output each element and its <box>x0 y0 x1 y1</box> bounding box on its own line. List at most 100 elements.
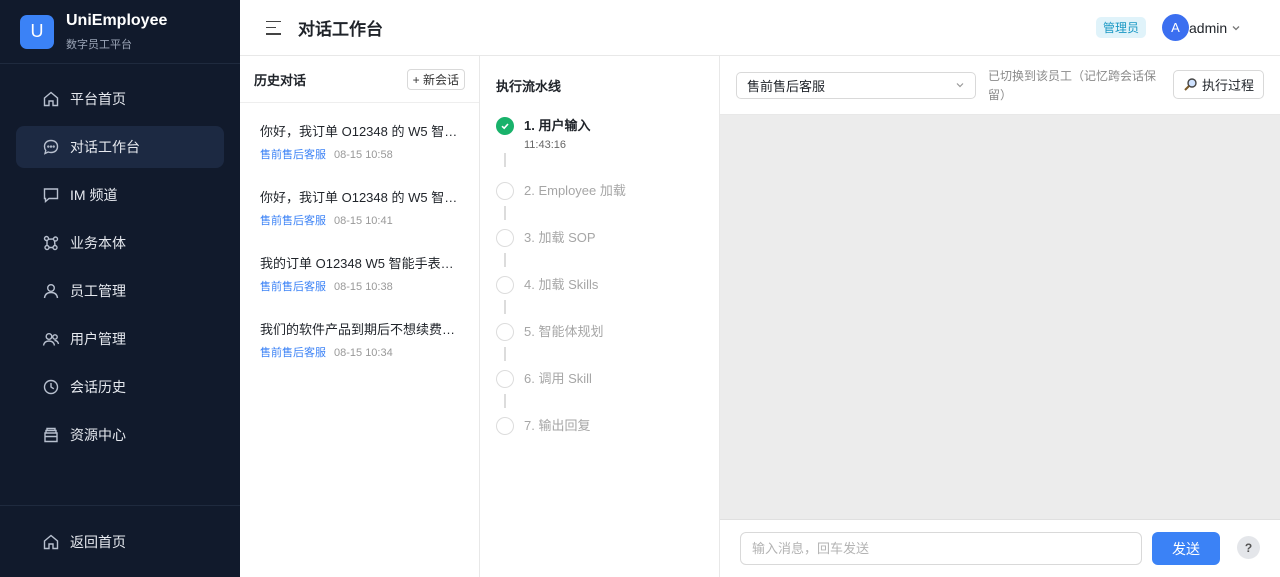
pipeline-step-label: 3. 加载 SOP <box>524 230 596 245</box>
employee-select[interactable]: 售前售后客服 <box>736 71 976 99</box>
switch-note: 已切换到该员工（记忆跨会话保留） <box>988 69 1157 102</box>
message-input[interactable] <box>740 532 1142 565</box>
conversation-text: 我的订单 O12348 W5 智能手表屏幕… <box>260 256 460 271</box>
conversation-agent: 售前售后客服 <box>260 281 326 293</box>
menu-toggle-icon[interactable] <box>266 20 282 35</box>
conversation-agent: 售前售后客服 <box>260 347 326 359</box>
pipeline-step: 4. 加载 Skills <box>496 276 703 323</box>
sidebar-item-home[interactable]: 平台首页 <box>16 78 224 120</box>
step-connector <box>504 300 506 314</box>
pending-circle-icon <box>496 276 514 294</box>
pipeline-steps: 1. 用户输入 11:43:16 2. Employee 加载 3. 加载 SO… <box>496 117 703 464</box>
chevron-down-icon <box>1231 23 1241 33</box>
pending-circle-icon <box>496 323 514 341</box>
pipeline-panel: 执行流水线 1. 用户输入 11:43:16 2. Employee 加载 3.… <box>480 56 720 577</box>
sidebar-item-label: 对话工作台 <box>70 139 140 155</box>
sidebar-item-session-history[interactable]: 会话历史 <box>16 366 224 408</box>
sidebar-item-resource-center[interactable]: 资源中心 <box>16 414 224 456</box>
pipeline-step-label: 5. 智能体规划 <box>524 324 604 339</box>
history-header: 历史对话 + 新会话 <box>240 56 479 103</box>
sidebar-item-label: IM 频道 <box>70 187 118 203</box>
pipeline-step-label: 7. 输出回复 <box>524 418 591 433</box>
user-icon <box>42 282 60 300</box>
conversation-agent: 售前售后客服 <box>260 149 326 161</box>
execution-trace-button[interactable]: 执行过程 <box>1172 70 1264 99</box>
employee-select-value: 售前售后客服 <box>747 78 826 94</box>
conversation-text: 你好，我订单 O12348 的 W5 智能手表… <box>260 124 460 139</box>
pending-circle-icon <box>496 182 514 200</box>
pipeline-step: 1. 用户输入 11:43:16 <box>496 117 703 182</box>
conversation-item[interactable]: 你好，我订单 O12348 的 W5 智能手表… 售前售后客服 08-15 10:… <box>240 121 479 187</box>
brand: U UniEmployee 数字员工平台 <box>0 0 240 64</box>
conversation-time: 08-15 10:58 <box>334 149 393 161</box>
conversation-item[interactable]: 你好，我订单 O12348 的 W5 智能手表… 售前售后客服 08-15 10:… <box>240 187 479 253</box>
sidebar-item-im-channel[interactable]: IM 频道 <box>16 174 224 216</box>
sidebar-item-label: 用户管理 <box>70 331 126 347</box>
conversation-meta: 售前售后客服 08-15 10:34 <box>260 344 459 360</box>
user-menu[interactable]: A admin <box>1162 14 1241 41</box>
pipeline-step: 7. 输出回复 <box>496 417 703 464</box>
message-square-icon <box>42 186 60 204</box>
conversation-text: 你好，我订单 O12348 的 W5 智能手表… <box>260 190 460 205</box>
pipeline-step-label: 4. 加载 Skills <box>524 277 599 292</box>
chat-panel: 售前售后客服 已切换到该员工（记忆跨会话保留） 执行过程 发送 ? <box>720 56 1280 577</box>
conversation-meta: 售前售后客服 08-15 10:41 <box>260 212 459 228</box>
sidebar-item-label: 资源中心 <box>70 427 126 443</box>
step-connector <box>504 206 506 220</box>
pipeline-step-label: 2. Employee 加载 <box>524 183 626 198</box>
step-connector <box>504 153 506 167</box>
step-connector <box>504 253 506 267</box>
conversation-meta: 售前售后客服 08-15 10:58 <box>260 146 459 162</box>
sidebar-nav: 平台首页 对话工作台 IM 频道 业务本体 员工管理 用户管理 会话历史 资源中… <box>0 64 240 456</box>
pipeline-step: 5. 智能体规划 <box>496 323 703 370</box>
sidebar-item-label: 平台首页 <box>70 91 126 107</box>
users-icon <box>42 330 60 348</box>
pipeline-title: 执行流水线 <box>496 79 562 94</box>
check-circle-icon <box>496 117 514 135</box>
back-home-button[interactable]: 返回首页 <box>16 521 224 563</box>
avatar: A <box>1162 14 1189 41</box>
pending-circle-icon <box>496 370 514 388</box>
page-title: 对话工作台 <box>298 20 383 39</box>
sidebar-footer: 返回首页 <box>0 505 240 577</box>
conversation-time: 08-15 10:34 <box>334 347 393 359</box>
pending-circle-icon <box>496 229 514 247</box>
message-composer: 发送 ? <box>720 519 1280 577</box>
pipeline-step-time: 11:43:16 <box>524 139 567 151</box>
magnifier-icon <box>1183 77 1198 92</box>
brand-logo: U <box>20 14 54 49</box>
history-panel: 历史对话 + 新会话 你好，我订单 O12348 的 W5 智能手表… 售前售后… <box>240 56 480 577</box>
sidebar-item-business-ontology[interactable]: 业务本体 <box>16 222 224 264</box>
conversation-item[interactable]: 我们的软件产品到期后不想续费了… 售前售后客服 08-15 10:34 <box>240 319 479 385</box>
chat-bubble-icon <box>42 138 60 156</box>
home-icon <box>42 533 60 551</box>
clock-icon <box>42 378 60 396</box>
back-home-label: 返回首页 <box>70 533 126 550</box>
brand-title: UniEmployee <box>66 11 168 29</box>
sidebar-item-employee-management[interactable]: 员工管理 <box>16 270 224 312</box>
network-icon <box>42 234 60 252</box>
pipeline-step-label: 6. 调用 Skill <box>524 371 592 386</box>
conversation-item[interactable]: 我的订单 O12348 W5 智能手表屏幕… 售前售后客服 08-15 10:38 <box>240 253 479 319</box>
top-header: 对话工作台 管理员 A admin <box>240 0 1280 56</box>
conversation-list: 你好，我订单 O12348 的 W5 智能手表… 售前售后客服 08-15 10:… <box>240 103 479 385</box>
pending-circle-icon <box>496 417 514 435</box>
sidebar-item-chat-workbench[interactable]: 对话工作台 <box>16 126 224 168</box>
sidebar-item-label: 业务本体 <box>70 235 126 251</box>
new-conversation-button[interactable]: + 新会话 <box>406 68 465 90</box>
brand-subtitle: 数字员工平台 <box>66 38 132 51</box>
sidebar: U UniEmployee 数字员工平台 平台首页 对话工作台 IM 频道 业务… <box>0 0 240 577</box>
conversation-time: 08-15 10:41 <box>334 215 393 227</box>
help-icon[interactable]: ? <box>1237 536 1260 559</box>
sidebar-item-label: 员工管理 <box>70 283 126 299</box>
conversation-text: 我们的软件产品到期后不想续费了… <box>260 322 460 337</box>
chevron-down-icon <box>955 77 965 93</box>
step-connector <box>504 394 506 408</box>
archive-icon <box>42 426 60 444</box>
message-area <box>720 115 1280 519</box>
conversation-agent: 售前售后客服 <box>260 215 326 227</box>
sidebar-item-user-management[interactable]: 用户管理 <box>16 318 224 360</box>
pipeline-step: 3. 加载 SOP <box>496 229 703 276</box>
conversation-meta: 售前售后客服 08-15 10:38 <box>260 278 459 294</box>
send-button[interactable]: 发送 <box>1152 532 1220 565</box>
